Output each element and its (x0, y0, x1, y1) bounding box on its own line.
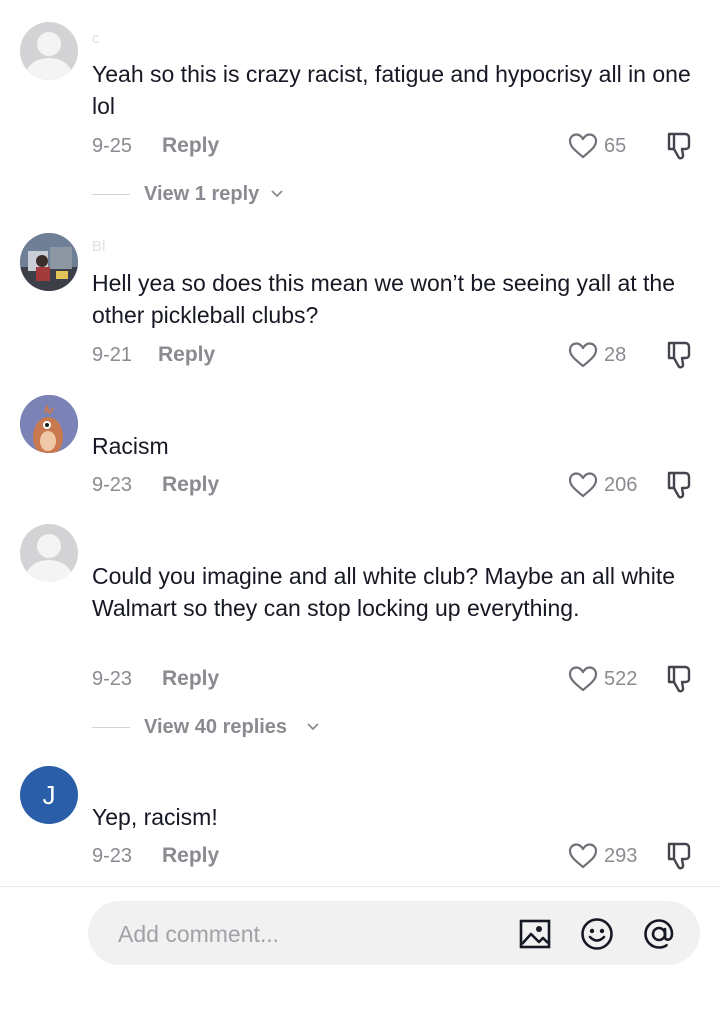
like-count: 65 (604, 135, 627, 157)
comment-meta: 9-25 Reply 65 (92, 131, 702, 161)
comment-text: Could you imagine and all white club? Ma… (92, 563, 676, 621)
comment-date: 9-23 (92, 668, 133, 690)
chevron-down-icon (307, 723, 319, 731)
image-icon[interactable] (518, 917, 552, 951)
reply-button[interactable]: Reply (158, 340, 215, 370)
comment-text: Yep, racism! (92, 804, 218, 830)
reply-button[interactable]: Reply (162, 470, 219, 500)
emoji-icon[interactable] (580, 917, 614, 951)
heart-icon[interactable] (568, 342, 598, 368)
like-count: 293 (604, 845, 638, 867)
comment-text: Hell yea so does this mean we won’t be s… (92, 270, 675, 328)
avatar[interactable] (20, 233, 78, 291)
dislike-icon[interactable] (666, 470, 694, 500)
divider-line (92, 194, 130, 195)
default-user-icon (37, 534, 61, 558)
mention-icon[interactable] (642, 917, 676, 951)
reply-button[interactable]: Reply (162, 664, 219, 694)
comment-meta: 9-23 Reply 206 (92, 470, 702, 500)
dislike-icon[interactable] (666, 340, 694, 370)
comment-username[interactable]: c (92, 30, 100, 47)
chevron-down-icon (271, 190, 283, 198)
heart-icon[interactable] (568, 666, 598, 692)
comment-input-container[interactable] (88, 901, 700, 965)
comment-meta: 9-23 Reply 522 (92, 664, 702, 694)
avatar[interactable] (20, 22, 78, 80)
view-replies-label: View 40 replies (144, 716, 288, 738)
photo-avatar (20, 233, 78, 291)
comment-meta: 9-23 Reply 293 (92, 841, 702, 871)
dislike-icon[interactable] (666, 841, 694, 871)
reply-button[interactable]: Reply (162, 841, 219, 871)
comment-username[interactable]: Bl (92, 238, 105, 255)
divider-line (92, 727, 130, 728)
dislike-icon[interactable] (666, 131, 694, 161)
reply-button[interactable]: Reply (162, 131, 219, 161)
like-count: 206 (604, 474, 638, 496)
heart-icon[interactable] (568, 472, 598, 498)
like-count: 28 (604, 344, 627, 366)
heart-icon[interactable] (568, 133, 598, 159)
comment-composer (0, 886, 720, 1025)
comment-input[interactable] (116, 913, 500, 955)
heart-icon[interactable] (568, 843, 598, 869)
avatar[interactable]: J (20, 766, 78, 824)
avatar[interactable] (20, 524, 78, 582)
avatar-letter: J (42, 780, 56, 810)
comment-text: Racism (92, 433, 169, 459)
comment-date: 9-25 (92, 135, 133, 157)
like-count: 522 (604, 668, 638, 690)
comment-meta: 9-21 Reply 28 (92, 340, 702, 370)
comment-text: Yeah so this is crazy racist, fatigue an… (92, 61, 691, 119)
avatar[interactable] (20, 395, 78, 453)
comment-date: 9-23 (92, 474, 133, 496)
comment-date: 9-23 (92, 845, 133, 867)
dislike-icon[interactable] (666, 664, 694, 694)
view-replies-label: View 1 reply (144, 183, 260, 205)
comment-date: 9-21 (92, 344, 133, 366)
bird-avatar (20, 395, 78, 453)
default-user-icon (37, 32, 61, 56)
